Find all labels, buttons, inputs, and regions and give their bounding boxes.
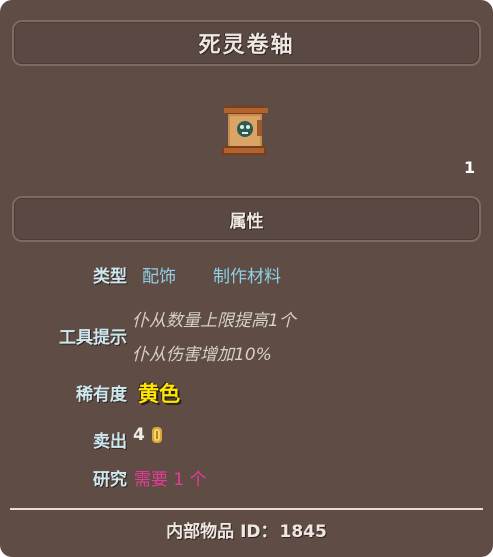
rarity-value: 黄色 [138,382,180,406]
item-name: 死灵卷轴 [198,33,295,58]
corner-count-label: 1 [464,158,476,177]
research-value: 需要 1 个 [134,470,207,490]
tooltip-line-1: 仆从数量上限提高1个 [132,311,296,331]
tooltip-label: 工具提示 [59,328,127,348]
tooltip-line-2: 仆从伤害增加10% [132,345,272,365]
type-label: 类型 [93,267,127,287]
internal-id-label: 内部物品 ID： [166,522,278,542]
research-label: 研究 [93,470,127,490]
scroll-icon [222,106,268,155]
rarity-label: 稀有度 [76,385,127,405]
gold-coin-icon [151,427,162,443]
type-value-accessory: 配饰 [142,267,176,287]
item-tooltip-panel: 死灵卷轴 1 属性 类型 配饰 制作材料 工具提示 仆从数量上限提高1个 仆从伤… [0,0,493,557]
sell-label: 卖出 [93,432,127,452]
type-value-material: 制作材料 [213,267,281,287]
section-header-properties: 属性 [12,196,481,242]
internal-id-value: 1845 [279,522,327,542]
section-title: 属性 [229,211,264,232]
sell-amount: 4 [133,425,145,445]
sell-price: 4 [133,425,164,445]
footer-divider [10,508,483,510]
internal-id-footer: 内部物品 ID： 1845 [0,517,493,542]
item-title-bar: 死灵卷轴 [12,20,481,66]
